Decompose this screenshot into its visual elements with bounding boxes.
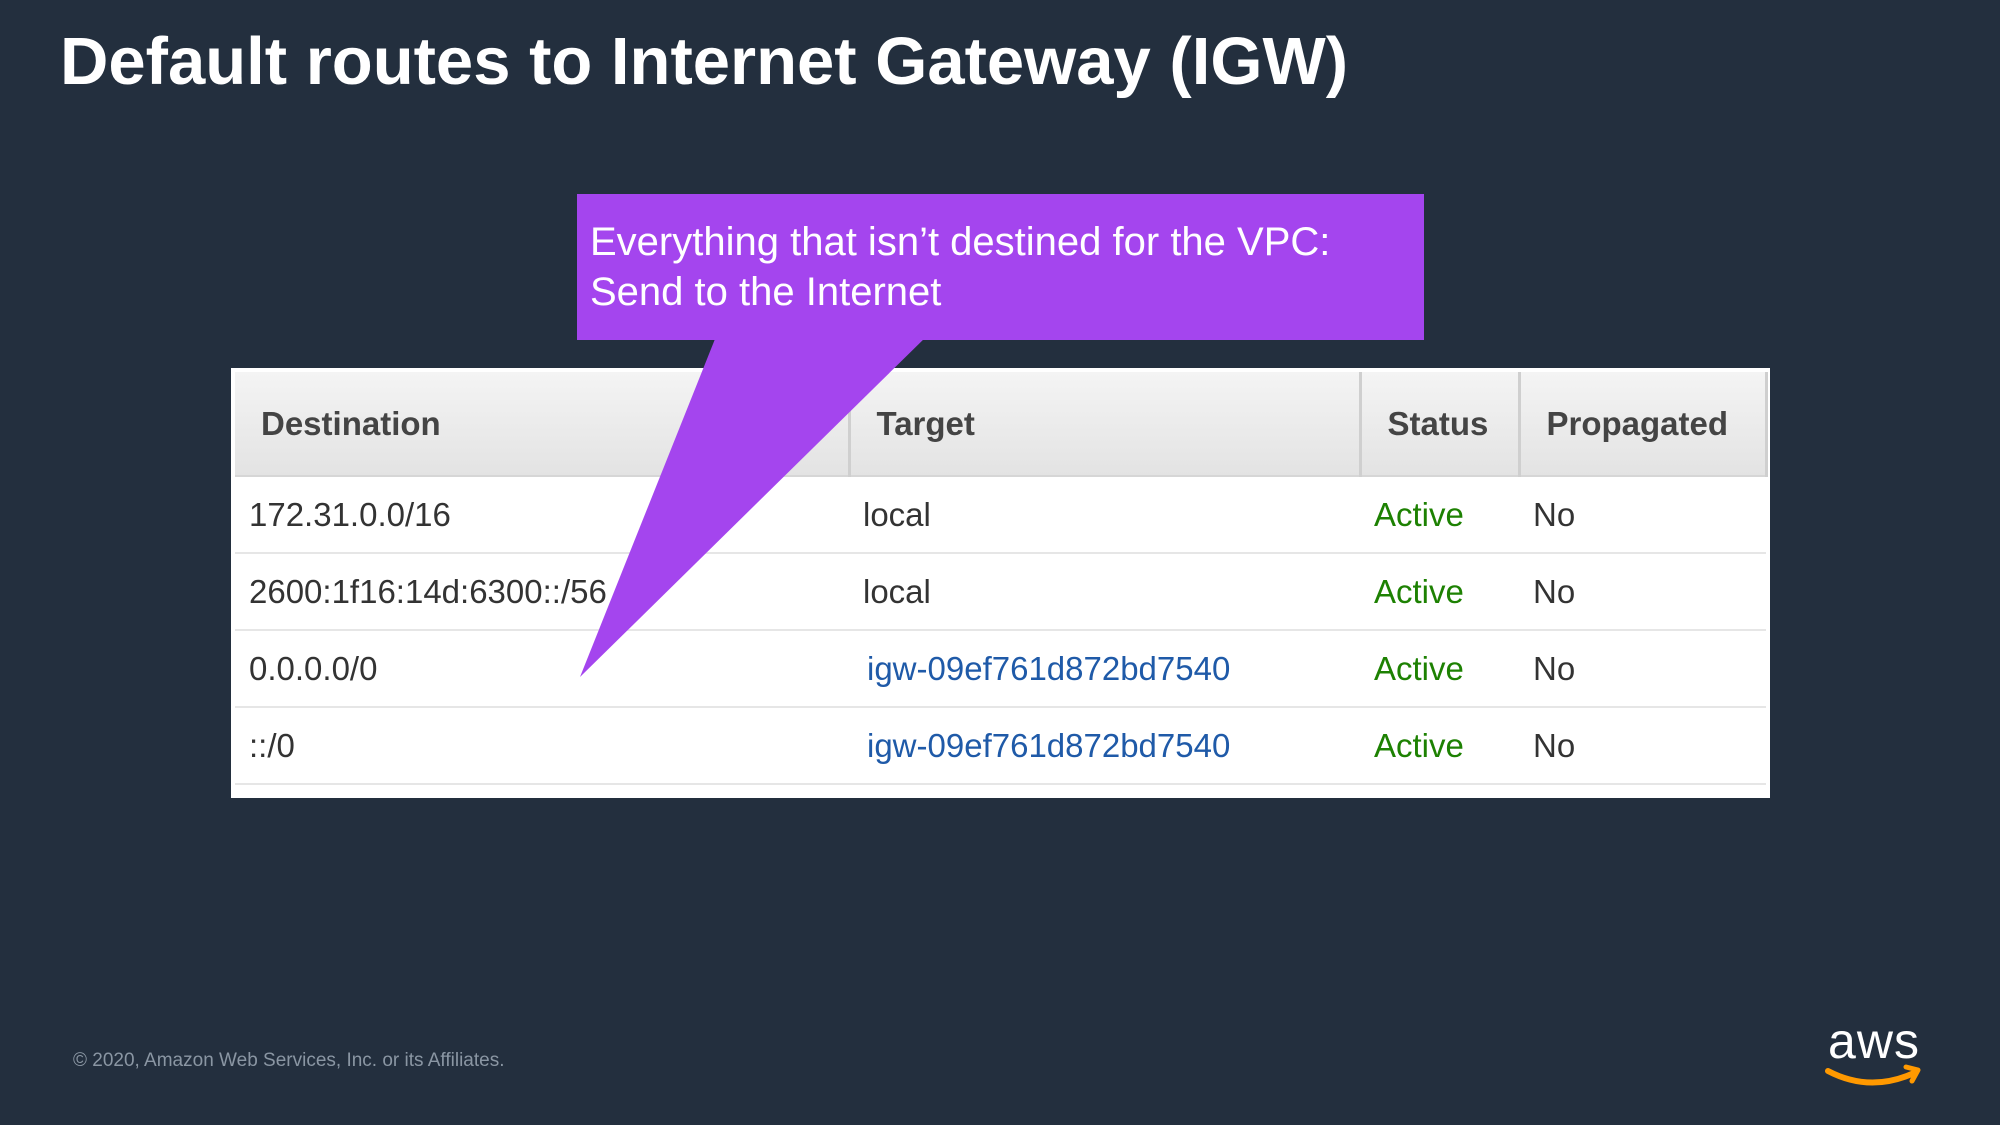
column-header-target[interactable]: Target — [849, 372, 1362, 477]
aws-logo: aws — [1822, 1015, 1926, 1091]
propagated-cell: No — [1519, 553, 1766, 631]
destination-cell: ::/0 — [235, 707, 849, 785]
table-row[interactable]: 172.31.0.0/16 local Active No — [235, 476, 1766, 554]
target-cell: local — [849, 476, 1360, 554]
status-cell: Active — [1360, 630, 1519, 708]
propagated-cell: No — [1519, 630, 1766, 708]
status-cell: Active — [1360, 553, 1519, 631]
column-header-status[interactable]: Status — [1360, 372, 1521, 477]
destination-cell: 2600:1f16:14d:6300::/56 — [235, 553, 849, 631]
propagated-cell: No — [1519, 707, 1766, 785]
table-header-row: Destination Target Status Propagated — [235, 372, 1768, 477]
status-cell: Active — [1360, 707, 1519, 785]
igw-target-link[interactable]: igw-09ef761d872bd7540 — [849, 707, 1360, 785]
slide-title: Default routes to Internet Gateway (IGW) — [60, 24, 1349, 99]
table-row[interactable]: 0.0.0.0/0 igw-09ef761d872bd7540 Active N… — [235, 630, 1766, 708]
destination-cell: 0.0.0.0/0 — [235, 630, 849, 708]
destination-cell: 172.31.0.0/16 — [235, 476, 849, 554]
table-row[interactable]: 2600:1f16:14d:6300::/56 local Active No — [235, 553, 1766, 631]
propagated-cell: No — [1519, 476, 1766, 554]
status-cell: Active — [1360, 476, 1519, 554]
column-header-destination[interactable]: Destination — [235, 372, 851, 477]
callout-text-line-1: Everything that isn’t destined for the V… — [590, 220, 1331, 264]
aws-smile-arrow-icon — [1825, 1064, 1921, 1086]
callout-text-line-2: Send to the Internet — [590, 270, 942, 314]
callout-box: Everything that isn’t destined for the V… — [577, 194, 1424, 340]
target-cell: local — [849, 553, 1360, 631]
igw-target-link[interactable]: igw-09ef761d872bd7540 — [849, 630, 1360, 708]
route-table: Destination Target Status Propagated 172… — [235, 372, 1768, 785]
column-header-propagated[interactable]: Propagated — [1519, 372, 1768, 477]
footer-copyright: © 2020, Amazon Web Services, Inc. or its… — [73, 1050, 505, 1071]
route-table-panel: Destination Target Status Propagated 172… — [231, 368, 1770, 798]
table-row[interactable]: ::/0 igw-09ef761d872bd7540 Active No — [235, 707, 1766, 785]
